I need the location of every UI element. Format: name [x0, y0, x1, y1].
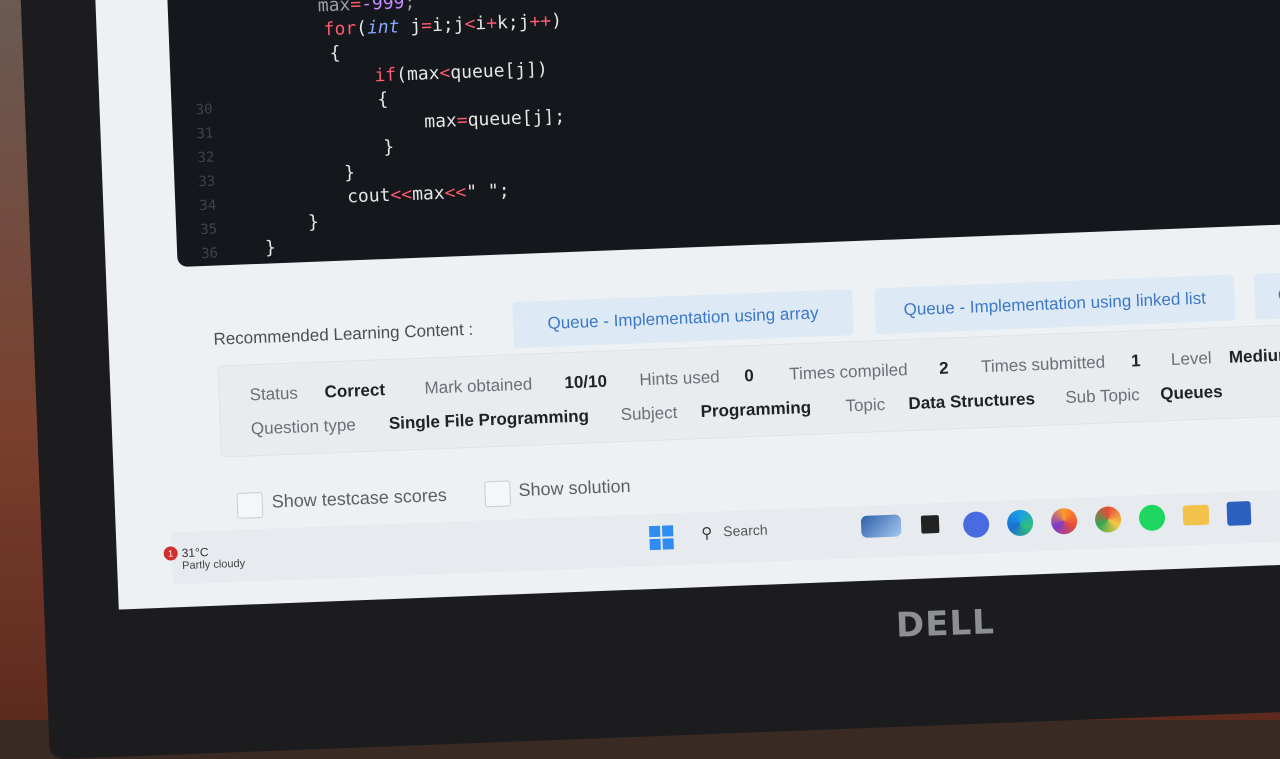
- sub-topic-value: Queues: [1159, 382, 1223, 404]
- status-value: Correct: [324, 380, 386, 402]
- learning-chip-label: Queue - Implementation using linked list: [903, 288, 1207, 320]
- compiled-label: Times compiled: [788, 360, 908, 384]
- learning-chip-more[interactable]: Q: [1253, 271, 1280, 320]
- question-type-label: Question type: [250, 415, 357, 439]
- task-view-icon[interactable]: [920, 514, 940, 534]
- compiled-value: 2: [938, 358, 949, 378]
- question-type-value: Single File Programming: [388, 406, 590, 434]
- line-number: 30: [195, 101, 213, 119]
- line-number: 35: [199, 221, 218, 239]
- hints-value: 0: [743, 366, 755, 386]
- taskbar-search[interactable]: Search: [723, 522, 768, 540]
- mark-value: 10/10: [564, 371, 608, 393]
- sub-topic-label: Sub Topic: [1064, 385, 1141, 408]
- search-label: Search: [722, 521, 768, 540]
- learning-chip-linked-list[interactable]: Queue - Implementation using linked list: [874, 274, 1236, 335]
- weather-widget[interactable]: 1 31°C Partly cloudy: [163, 544, 246, 573]
- edge-icon[interactable]: [1006, 509, 1034, 537]
- code-line: }: [382, 136, 395, 159]
- line-number: 34: [199, 197, 217, 215]
- status-label: Status: [249, 383, 299, 405]
- learning-chip-array[interactable]: Queue - Implementation using array: [512, 289, 854, 349]
- laptop-screen: max=-999; for(int j=i;j<i+k;j++) { if(ma…: [95, 0, 1280, 610]
- notification-badge: 1: [163, 546, 178, 561]
- topic-label: Topic: [845, 394, 886, 416]
- show-testcase-scores-label: Show testcase scores: [271, 484, 448, 512]
- code-line: {: [329, 42, 341, 65]
- line-number: 32: [197, 149, 215, 167]
- code-line: }: [307, 211, 320, 233]
- file-explorer-icon[interactable]: [1182, 504, 1210, 526]
- code-line: }: [264, 237, 277, 259]
- firefox-icon[interactable]: [1050, 507, 1078, 535]
- dell-logo: DELL: [895, 602, 996, 646]
- code-line: cout<<max<<" ";: [346, 180, 511, 208]
- level-value: Medium: [1228, 345, 1280, 367]
- spotify-icon[interactable]: [1138, 504, 1166, 532]
- submitted-value: 1: [1130, 351, 1141, 371]
- recommended-learning-label: Recommended Learning Content :: [213, 319, 474, 349]
- chat-icon[interactable]: [962, 511, 990, 539]
- hints-label: Hints used: [639, 367, 721, 390]
- topic-value: Data Structures: [908, 389, 1036, 414]
- code-line: max=queue[j];: [423, 106, 566, 133]
- weather-description: Partly cloudy: [181, 557, 246, 573]
- code-line: {: [377, 88, 389, 111]
- windows-start-icon[interactable]: [648, 525, 674, 551]
- mark-label: Mark obtained: [424, 374, 533, 398]
- code-line: if(max<queue[j]): [374, 58, 549, 87]
- code-line: }: [343, 162, 356, 184]
- search-icon: ⚲: [700, 524, 713, 543]
- line-number: 33: [198, 173, 216, 191]
- code-editor: max=-999; for(int j=i;j<i+k;j++) { if(ma…: [166, 0, 1280, 268]
- code-line: max=-999;: [317, 0, 416, 17]
- word-icon[interactable]: [1226, 501, 1252, 526]
- show-solution-checkbox[interactable]: [484, 480, 512, 508]
- chrome-icon[interactable]: [1094, 506, 1122, 533]
- submitted-label: Times submitted: [980, 352, 1106, 377]
- widgets-icon[interactable]: [860, 514, 902, 538]
- level-label: Level: [1170, 348, 1212, 369]
- show-solution-label: Show solution: [518, 475, 631, 501]
- line-number: 36: [200, 245, 219, 263]
- learning-chip-label: Queue - Implementation using array: [547, 303, 819, 333]
- show-testcase-scores-checkbox[interactable]: [236, 491, 264, 519]
- line-number: 31: [196, 125, 214, 143]
- subject-value: Programming: [700, 397, 812, 422]
- subject-label: Subject: [620, 402, 678, 425]
